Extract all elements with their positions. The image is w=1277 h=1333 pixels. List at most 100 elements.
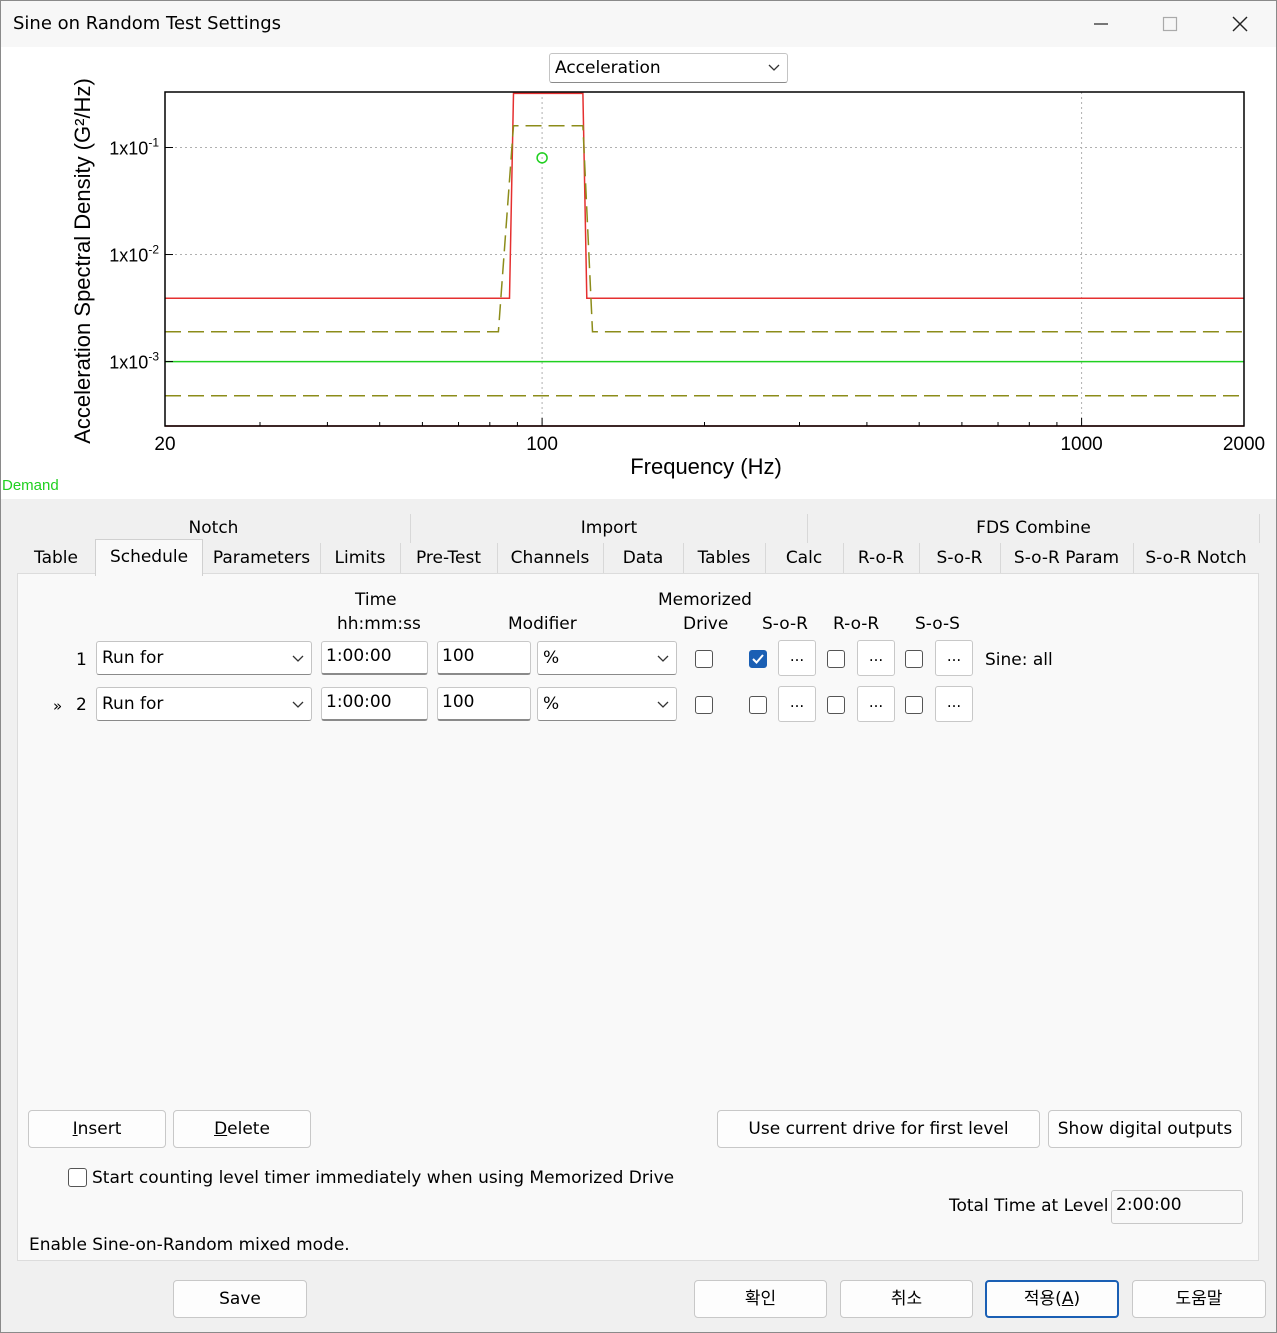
header-time: Time xyxy=(355,590,397,610)
tab-parameters[interactable]: Parameters xyxy=(203,543,321,573)
tab-schedule-label: Schedule xyxy=(109,547,189,567)
s-o-r-edit-button[interactable]: ... xyxy=(778,640,816,676)
time-input[interactable]: 1:00:00 xyxy=(321,641,428,675)
tab-pre-test[interactable]: Pre-Test xyxy=(400,543,498,573)
tab-s-o-r[interactable]: S-o-R xyxy=(919,543,1001,573)
memorized-drive-checkbox[interactable] xyxy=(695,696,713,714)
row-index: 2 xyxy=(76,695,87,715)
action-select[interactable]: Run for xyxy=(96,641,312,675)
tab-s-o-r-param-label: S-o-R Param xyxy=(1013,548,1120,568)
help-label: 도움말 xyxy=(1175,1289,1223,1309)
use-current-drive-button[interactable]: Use current drive for first level xyxy=(717,1110,1040,1148)
tab-limits[interactable]: Limits xyxy=(320,543,401,573)
s-o-s-edit-button[interactable]: ... xyxy=(935,640,973,676)
tabgroup-notch[interactable]: Notch xyxy=(17,514,411,543)
delete-label-post: elete xyxy=(227,1119,270,1139)
modifier-select[interactable]: % xyxy=(537,687,677,721)
tab-schedule[interactable]: Schedule xyxy=(95,539,203,576)
tab-data[interactable]: Data xyxy=(603,543,684,573)
delete-button[interactable]: Delete xyxy=(173,1110,311,1148)
maximize-icon xyxy=(1162,16,1178,32)
minimize-button[interactable] xyxy=(1075,7,1127,41)
apply-button[interactable]: 적용(A) xyxy=(985,1280,1119,1318)
r-o-r-edit-button[interactable]: ... xyxy=(857,640,895,676)
s-o-r-edit-label: ... xyxy=(789,693,805,711)
header-memorized: Memorized xyxy=(658,590,752,610)
close-icon xyxy=(1232,16,1248,32)
help-button[interactable]: 도움말 xyxy=(1132,1280,1266,1318)
modifier-value: % xyxy=(543,694,560,714)
total-time-field: 2:00:00 xyxy=(1111,1190,1243,1224)
schedule-panel xyxy=(17,573,1259,1261)
plot-frame xyxy=(164,91,1245,427)
current-row-marker: » xyxy=(53,697,63,715)
tab-s-o-r-notch[interactable]: S-o-R Notch xyxy=(1133,543,1259,573)
tabgroup-notch-label: Notch xyxy=(188,518,239,538)
apply-label-post: ) xyxy=(1073,1289,1081,1309)
modifier-select[interactable]: % xyxy=(537,641,677,675)
tab-tables[interactable]: Tables xyxy=(683,543,766,573)
tab-table-label: Table xyxy=(34,548,78,568)
s-o-s-edit-label: ... xyxy=(946,693,962,711)
tabgroup-fds-combine[interactable]: FDS Combine xyxy=(808,514,1260,543)
r-o-r-checkbox[interactable] xyxy=(827,696,845,714)
save-label: Save xyxy=(219,1289,261,1309)
ok-label: 확인 xyxy=(744,1289,777,1309)
tabgroup-import-label: Import xyxy=(580,518,638,538)
tab-channels-label: Channels xyxy=(510,548,590,568)
s-o-r-edit-button[interactable]: ... xyxy=(778,686,816,722)
r-o-r-edit-button[interactable]: ... xyxy=(857,686,895,722)
save-button[interactable]: Save xyxy=(173,1280,307,1318)
tab-channels[interactable]: Channels xyxy=(497,543,604,573)
value-text: 100 xyxy=(442,692,475,712)
close-button[interactable] xyxy=(1214,7,1266,41)
value-input[interactable]: 100 xyxy=(437,687,531,721)
series-line-olive-dashed xyxy=(165,124,1244,333)
s-o-r-checkbox[interactable] xyxy=(749,696,767,714)
value-input[interactable]: 100 xyxy=(437,641,531,675)
dialog-window: Sine on Random Test Settings Acceleratio… xyxy=(0,0,1277,1333)
memorized-drive-checkbox[interactable] xyxy=(695,650,713,668)
chevron-down-icon xyxy=(657,655,669,662)
action-select[interactable]: Run for xyxy=(96,687,312,721)
cancel-button[interactable]: 취소 xyxy=(840,1280,973,1318)
minimize-icon xyxy=(1094,23,1108,25)
x-axis-label: Frequency (Hz) xyxy=(630,454,782,479)
s-o-r-checkbox[interactable] xyxy=(749,650,767,668)
y-axis-label: Acceleration Spectral Density (G²/Hz) xyxy=(70,78,95,444)
ok-button[interactable]: 확인 xyxy=(694,1280,827,1318)
psd-chart: 20 100 1000 2000 1x10-1 1x10-2 1x10-3 Accelera… xyxy=(2,78,1265,494)
action-value: Run for xyxy=(102,694,164,714)
tab-table[interactable]: Table xyxy=(17,543,96,573)
header-r-o-r: R-o-R xyxy=(833,614,880,634)
tab-calc[interactable]: Calc xyxy=(765,543,844,573)
header-s-o-s: S-o-S xyxy=(915,614,960,634)
s-o-s-checkbox[interactable] xyxy=(905,696,923,714)
header-modifier: Modifier xyxy=(508,614,577,634)
insert-button[interactable]: Insert xyxy=(28,1110,166,1148)
tab-r-o-r[interactable]: R-o-R xyxy=(843,543,920,573)
tab-calc-label: Calc xyxy=(785,548,823,568)
tab-r-o-r-label: R-o-R xyxy=(857,548,905,568)
y-tick-label: 1x10-1 xyxy=(109,135,159,158)
delete-accel-key: D xyxy=(214,1119,228,1139)
tabgroup-import[interactable]: Import xyxy=(411,514,808,543)
r-o-r-checkbox[interactable] xyxy=(827,650,845,668)
chart-ticks: 20 100 1000 2000 1x10-1 1x10-2 1x10-3 xyxy=(109,135,1265,455)
s-o-s-checkbox[interactable] xyxy=(905,650,923,668)
s-o-s-edit-label: ... xyxy=(946,647,962,665)
show-digital-outputs-button[interactable]: Show digital outputs xyxy=(1048,1110,1242,1148)
s-o-s-edit-button[interactable]: ... xyxy=(935,686,973,722)
x-tick-label: 20 xyxy=(154,434,175,455)
show-digital-outputs-label: Show digital outputs xyxy=(1057,1119,1233,1139)
tab-s-o-r-param[interactable]: S-o-R Param xyxy=(1000,543,1134,573)
x-tick-label: 100 xyxy=(526,434,558,455)
insert-label-post: nsert xyxy=(77,1119,122,1139)
row-note: Sine: all xyxy=(985,650,1053,670)
apply-label-pre: 적용( xyxy=(1023,1289,1062,1309)
tab-s-o-r-notch-label: S-o-R Notch xyxy=(1145,548,1247,568)
modifier-value: % xyxy=(543,648,560,668)
maximize-button[interactable] xyxy=(1144,7,1196,41)
start-timer-checkbox[interactable] xyxy=(68,1168,87,1187)
time-input[interactable]: 1:00:00 xyxy=(321,687,428,721)
